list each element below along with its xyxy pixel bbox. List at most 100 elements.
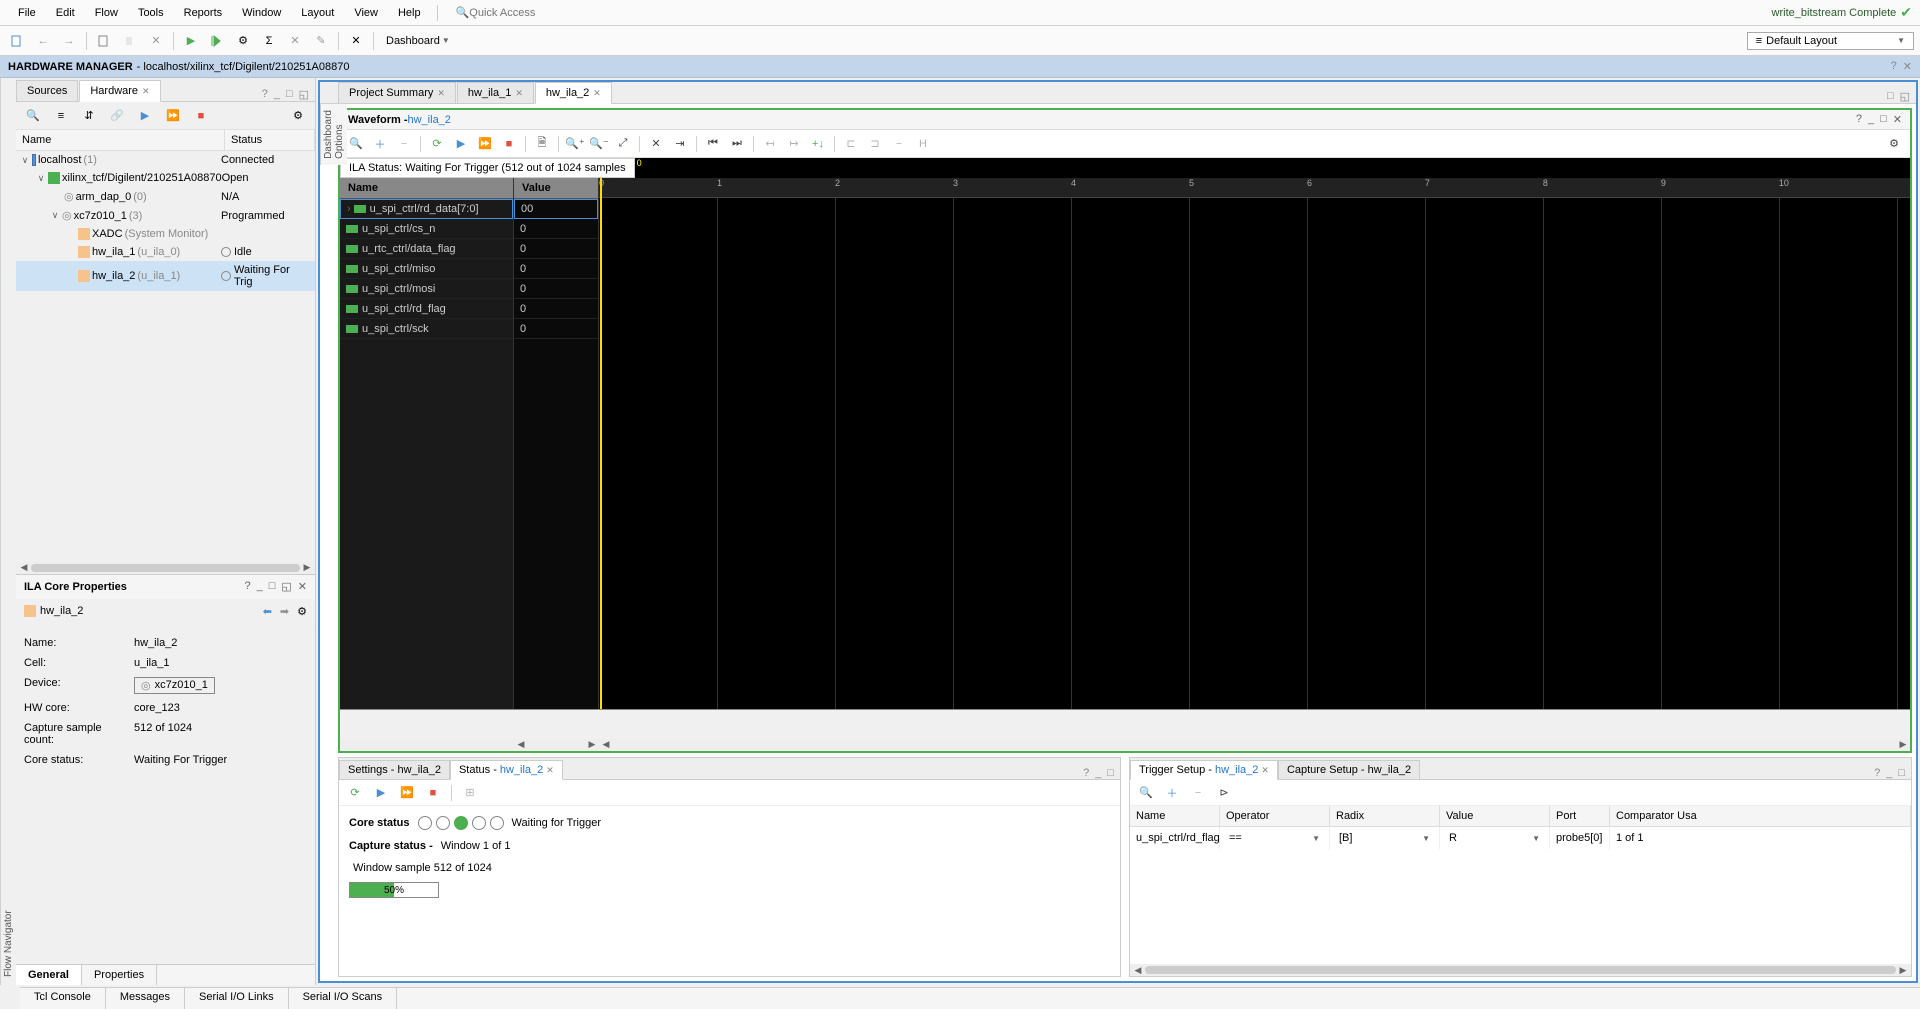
search-icon[interactable]: 🔍 [346,134,366,154]
horizontal-scrollbar[interactable]: ◀▶ [599,739,1910,751]
divider-icon[interactable]: − [889,134,909,154]
stop-icon[interactable]: ■ [190,105,212,127]
close-icon[interactable]: ✕ [1893,113,1902,126]
horizontal-scrollbar[interactable]: ◀▶ [16,562,315,574]
cursor-icon[interactable]: ✕ [646,134,666,154]
signal-row[interactable]: u_rtc_ctrl/data_flag [340,239,513,259]
close-icon[interactable]: ✕ [142,86,150,97]
marker-icon[interactable]: ⇥ [670,134,690,154]
signal-row[interactable]: u_spi_ctrl/cs_n [340,219,513,239]
signal-value[interactable]: 0 [514,319,598,339]
remove-icon[interactable]: − [394,134,414,154]
signal-name-header[interactable]: Name [340,178,513,199]
play-icon[interactable]: ▶ [371,783,391,803]
col-value[interactable]: Value [1440,806,1550,826]
col-operator[interactable]: Operator [1220,806,1330,826]
menu-window[interactable]: Window [232,3,291,23]
maximize-icon[interactable]: □ [1887,90,1894,103]
back-icon[interactable]: ⬅ [263,605,272,618]
close-icon[interactable]: ✕ [1903,60,1912,73]
forward-icon[interactable]: ➡ [280,605,289,618]
tab-hw-ila-1[interactable]: hw_ila_1✕ [457,82,534,103]
tree-row-xadc[interactable]: XADC (System Monitor) [16,225,315,243]
restore-icon[interactable]: ◱ [299,88,309,101]
tab-project-summary[interactable]: Project Summary✕ [338,82,456,103]
tree-col-name[interactable]: Name [16,130,225,150]
play-all-icon[interactable]: ⏩ [162,105,184,127]
quick-access[interactable]: 🔍 [456,6,590,19]
settings-icon[interactable]: ⚙ [232,30,254,52]
collapse-icon[interactable]: ≡ [50,105,72,127]
restore-icon[interactable]: ◱ [281,580,291,593]
virtual-bus-icon[interactable]: H [913,134,933,154]
new-icon[interactable] [6,30,28,52]
menu-view[interactable]: View [344,3,388,23]
chevron-down-icon[interactable]: ∨ [50,210,60,221]
menu-reports[interactable]: Reports [174,3,233,23]
signal-value[interactable]: 0 [514,299,598,319]
search-icon[interactable]: 🔍 [22,105,44,127]
signal-value[interactable]: 00 [514,199,598,219]
minimize-icon[interactable]: _ [274,88,280,101]
close-icon[interactable]: ✕ [437,88,445,99]
prev-edge-icon[interactable]: ↤ [760,134,780,154]
play-all-icon[interactable]: ⏩ [397,783,417,803]
time-cursor[interactable] [600,178,602,709]
menu-file[interactable]: File [8,3,46,23]
tree-row-digilent[interactable]: ∨ xilinx_tcf/Digilent/210251A08870 Open [16,169,315,187]
play-all-icon[interactable]: ⏩ [475,134,495,154]
tab-settings-ila2[interactable]: Settings - hw_ila_2 [339,760,450,779]
config-icon[interactable]: ⊞ [460,783,480,803]
tab-sources[interactable]: Sources [16,80,78,101]
tab-properties[interactable]: Properties [82,965,157,985]
maximize-icon[interactable]: □ [286,88,293,101]
add-icon[interactable]: ＋ [1162,783,1182,803]
signal-row[interactable]: u_spi_ctrl/mosi [340,279,513,299]
search-icon[interactable]: 🔍 [1136,783,1156,803]
signal-value[interactable]: 0 [514,279,598,299]
ungroup-icon[interactable]: ⊐ [865,134,885,154]
run-icon[interactable]: ▶ [180,30,202,52]
tree-row-localhost[interactable]: ∨ localhost (1) Connected [16,151,315,169]
gear-icon[interactable]: ⚙ [287,105,309,127]
step-icon[interactable] [206,30,228,52]
signal-row[interactable]: u_spi_ctrl/miso [340,259,513,279]
menu-layout[interactable]: Layout [291,3,344,23]
minimize-icon[interactable]: _ [1886,767,1892,779]
stop-icon[interactable]: ■ [499,134,519,154]
clear-icon[interactable]: ✕ [284,30,306,52]
help-icon[interactable]: ? [1891,60,1897,73]
col-comparator[interactable]: Comparator Usa [1610,806,1911,826]
cancel-icon[interactable]: ✕ [145,30,167,52]
layout-dropdown[interactable]: ≡Default Layout ▼ [1747,32,1914,50]
menu-help[interactable]: Help [388,3,431,23]
tab-status-ila2[interactable]: Status - hw_ila_2 ✕ [450,760,563,780]
value-dropdown[interactable]: R▼ [1446,830,1543,846]
back-icon[interactable]: ← [32,30,54,52]
link-icon[interactable]: 🔗 [106,105,128,127]
col-radix[interactable]: Radix [1330,806,1440,826]
remove-icon[interactable]: − [1188,783,1208,803]
stop-icon[interactable]: ■ [423,783,443,803]
tab-capture-setup[interactable]: Capture Setup - hw_ila_2 [1278,760,1420,779]
help-icon[interactable]: ? [1083,767,1089,779]
expand-icon[interactable]: ⇵ [78,105,100,127]
signal-value[interactable]: 0 [514,239,598,259]
tree-row-arm[interactable]: ◎ arm_dap_0 (0) N/A [16,187,315,206]
maximize-icon[interactable]: □ [1107,767,1114,779]
signal-row[interactable]: u_spi_ctrl/rd_flag [340,299,513,319]
play-icon[interactable]: ▶ [451,134,471,154]
sigma-icon[interactable]: Σ [258,30,280,52]
tree-row-ila1[interactable]: hw_ila_1 (u_ila_0) Idle [16,243,315,261]
tab-hw-ila-2[interactable]: hw_ila_2✕ [535,82,612,104]
close-icon[interactable]: ✕ [298,580,307,593]
horizontal-scrollbar[interactable]: ◀▶ [1130,964,1911,976]
menu-tools[interactable]: Tools [128,3,174,23]
help-icon[interactable]: ? [1874,767,1880,779]
waveform-canvas[interactable]: 0 1 2 3 4 5 6 7 8 9 10 [599,178,1910,709]
help-icon[interactable]: ? [244,580,250,593]
dashboard-options-tab[interactable]: Dashboard Options [320,104,347,165]
tab-serial-io-scans[interactable]: Serial I/O Scans [289,988,397,1009]
copy-icon[interactable] [93,30,115,52]
signal-value-header[interactable]: Value [514,178,598,199]
